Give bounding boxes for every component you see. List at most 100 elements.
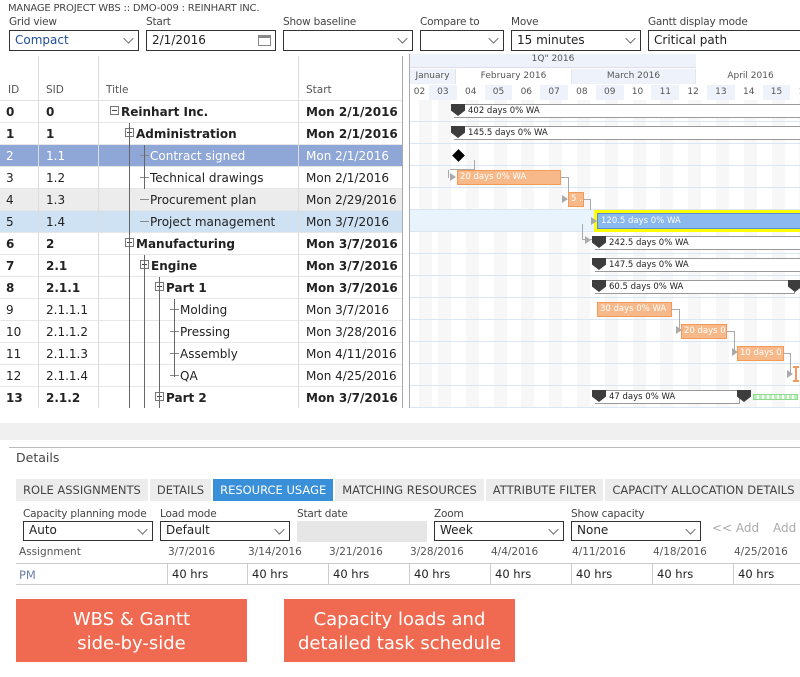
table-row[interactable]: 9 2.1.1.1 Molding Mon 3/7/2016 xyxy=(0,299,403,321)
move-select[interactable]: 15 minutes xyxy=(511,30,641,51)
table-row[interactable]: 3 1.2 Technical drawings Mon 2/1/2016 xyxy=(0,167,403,189)
chevron-down-icon xyxy=(274,524,285,535)
zoom-select[interactable]: Week xyxy=(434,521,564,541)
cell-id: 13 xyxy=(6,391,23,405)
usage-cell[interactable]: 40 hrs xyxy=(247,564,328,584)
table-row[interactable]: 10 2.1.1.2 Pressing Mon 3/28/2016 xyxy=(0,321,403,343)
usage-cell[interactable]: 40 hrs xyxy=(652,564,733,584)
cell-start: Mon 3/7/2016 xyxy=(306,303,390,317)
qa-task-marker[interactable] xyxy=(793,366,799,382)
gantt-week-label: 13 xyxy=(707,85,735,100)
tab-details[interactable]: DETAILS xyxy=(149,479,212,501)
tree-connector-line xyxy=(174,299,175,377)
cell-title: Manufacturing xyxy=(125,237,235,251)
show-capacity-select[interactable]: None xyxy=(571,521,701,541)
tab-resource-usage[interactable]: RESOURCE USAGE xyxy=(213,479,334,501)
show-baseline-select[interactable] xyxy=(283,30,413,51)
cell-id: 7 xyxy=(6,259,15,273)
gantt-row xyxy=(410,188,800,210)
cell-title: Technical drawings xyxy=(140,171,263,185)
gantt-summary-bar[interactable]: 147.5 days 0% WA xyxy=(595,258,800,272)
usage-cell[interactable]: 40 hrs xyxy=(571,564,652,584)
gantt-row xyxy=(410,364,800,386)
collapse-icon[interactable] xyxy=(110,106,119,115)
table-row[interactable]: 5 1.4 Project management Mon 3/7/2016 xyxy=(0,211,403,233)
cell-sid: 2 xyxy=(46,237,55,251)
cell-id: 12 xyxy=(6,369,22,383)
table-row[interactable]: 6 2 Manufacturing Mon 3/7/2016 xyxy=(0,233,403,255)
column-header-sid[interactable]: SID xyxy=(46,84,64,96)
chevron-down-icon xyxy=(625,33,636,44)
table-row[interactable]: 1 1 Administration Mon 2/1/2016 xyxy=(0,123,403,145)
tab-capacity-allocation-details[interactable]: CAPACITY ALLOCATION DETAILS xyxy=(605,479,800,501)
gantt-week-label: 07 xyxy=(540,85,568,100)
gantt-summary-bar[interactable]: 145.5 days 0% WA xyxy=(454,126,800,140)
horizontal-scrollbar[interactable] xyxy=(0,423,800,440)
column-header-id[interactable]: ID xyxy=(8,84,19,96)
gantt-task-bar[interactable]: 30 days 0% WA xyxy=(597,302,672,317)
cell-title-text: Manufacturing xyxy=(136,237,235,251)
gantt-summary-bar[interactable]: 47 days 0% WA xyxy=(595,390,740,404)
gantt-task-bar[interactable]: 20 days 0% WA xyxy=(457,170,561,185)
gantt-summary-bar[interactable]: 242.5 days 0% WA xyxy=(595,236,800,250)
cell-title-text: Assembly xyxy=(180,347,238,361)
table-row[interactable]: 7 2.1 Engine Mon 3/7/2016 xyxy=(0,255,403,277)
cell-id: 4 xyxy=(6,193,14,207)
usage-cell[interactable]: 40 hrs xyxy=(490,564,571,584)
gantt-summary-bar[interactable]: 402 days 0% WA xyxy=(454,104,800,118)
usage-date-header: 4/25/2016 xyxy=(734,546,788,558)
add-next-button[interactable]: Add xyxy=(773,521,796,535)
cell-sid: 2.1.2 xyxy=(46,391,81,405)
load-mode-select[interactable]: Default xyxy=(160,521,290,541)
callout-text: Capacity loads and detailed task schedul… xyxy=(297,609,502,654)
cell-title: Pressing xyxy=(170,325,230,339)
cell-sid: 1.4 xyxy=(46,215,66,229)
section-divider xyxy=(9,447,800,448)
tab-matching-resources[interactable]: MATCHING RESOURCES xyxy=(335,479,484,501)
usage-row: PM 40 hrs 40 hrs 40 hrs 40 hrs 40 hrs 40 hrs 4… xyxy=(16,563,800,585)
gantt-critical-bar[interactable]: 120.5 days 0% WA xyxy=(594,210,800,232)
gantt-display-mode-select[interactable]: Critical path xyxy=(648,30,800,51)
tab-attribute-filter[interactable]: ATTRIBUTE FILTER xyxy=(485,479,604,501)
table-row[interactable]: 13 2.1.2 Part 2 Mon 3/7/2016 xyxy=(0,387,403,408)
add-previous-button[interactable]: << Add xyxy=(712,521,759,535)
compare-to-select[interactable] xyxy=(420,30,504,51)
cell-start: Mon 3/7/2016 xyxy=(306,237,398,251)
table-row[interactable]: 8 2.1.1 Part 1 Mon 3/7/2016 xyxy=(0,277,403,299)
usage-cell[interactable]: 40 hrs xyxy=(328,564,409,584)
gantt-week-label: 03 xyxy=(429,85,457,100)
show-capacity-value: None xyxy=(577,523,609,537)
tab-role-assignments[interactable]: ROLE ASSIGNMENTS xyxy=(16,479,148,501)
start-date-input[interactable]: 2/1/2016 xyxy=(146,30,276,51)
calendar-icon[interactable] xyxy=(258,35,271,46)
gantt-task-bar[interactable]: 10 days 0... xyxy=(737,346,784,361)
cell-title-text: QA xyxy=(180,369,198,383)
gantt-row xyxy=(410,320,800,342)
cell-sid: 2.1.1.2 xyxy=(46,325,88,339)
gantt-task-bar[interactable]: 20 days 0... xyxy=(681,324,727,339)
gantt-task-bar[interactable]: 5 ... xyxy=(568,192,584,207)
cell-start: Mon 2/1/2016 xyxy=(306,127,398,141)
grid-view-select[interactable]: Compact xyxy=(9,30,139,51)
gantt-summary-bar[interactable]: 60.5 days 0% WA xyxy=(595,280,795,294)
column-header-title[interactable]: Title xyxy=(106,84,129,96)
table-row[interactable]: 0 0 Reinhart Inc. Mon 2/1/2016 xyxy=(0,101,403,123)
usage-cell[interactable]: 40 hrs xyxy=(733,564,800,584)
cell-start: Mon 2/1/2016 xyxy=(306,105,398,119)
capacity-planning-mode-select[interactable]: Auto xyxy=(23,521,153,541)
cell-sid: 2.1.1.4 xyxy=(46,369,88,383)
cell-id: 5 xyxy=(6,215,14,229)
table-row[interactable]: 12 2.1.1.4 QA Mon 4/25/2016 xyxy=(0,365,403,387)
usage-date-header: 3/14/2016 xyxy=(248,546,302,558)
table-row[interactable]: 11 2.1.1.3 Assembly Mon 4/11/2016 xyxy=(0,343,403,365)
chevron-down-icon xyxy=(397,33,408,44)
cell-id: 10 xyxy=(6,325,22,339)
table-row[interactable]: 4 1.3 Procurement plan Mon 2/29/2016 xyxy=(0,189,403,211)
usage-cell[interactable]: 40 hrs xyxy=(409,564,490,584)
cell-title-text: Reinhart Inc. xyxy=(121,105,209,119)
cell-title: Part 2 xyxy=(155,391,207,405)
cell-title-text: Part 1 xyxy=(166,281,207,295)
column-header-start[interactable]: Start xyxy=(306,84,332,96)
usage-cell[interactable]: 40 hrs xyxy=(167,564,248,584)
table-row[interactable]: 2 1.1 Contract signed Mon 2/1/2016 xyxy=(0,145,403,167)
